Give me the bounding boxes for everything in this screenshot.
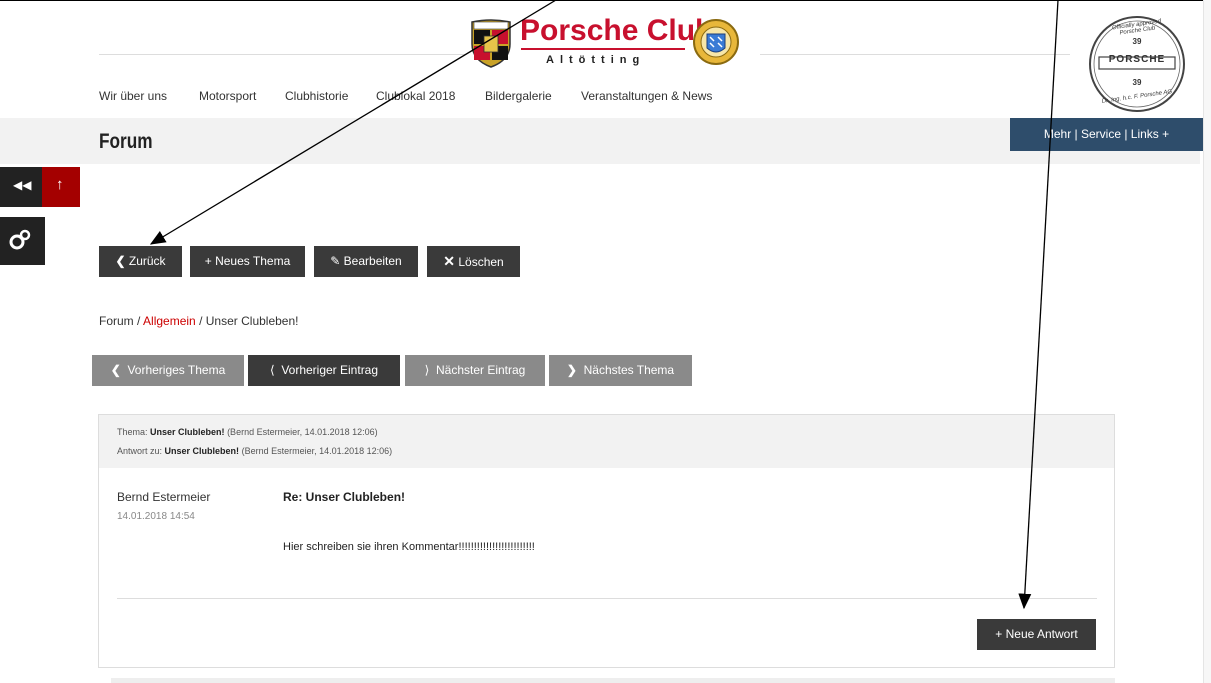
page-scrollbar[interactable] bbox=[1203, 0, 1211, 683]
arrow-to-back-button bbox=[149, 0, 557, 245]
annotation-arrows bbox=[149, 0, 1059, 610]
arrow-to-reply-button bbox=[1018, 0, 1059, 610]
